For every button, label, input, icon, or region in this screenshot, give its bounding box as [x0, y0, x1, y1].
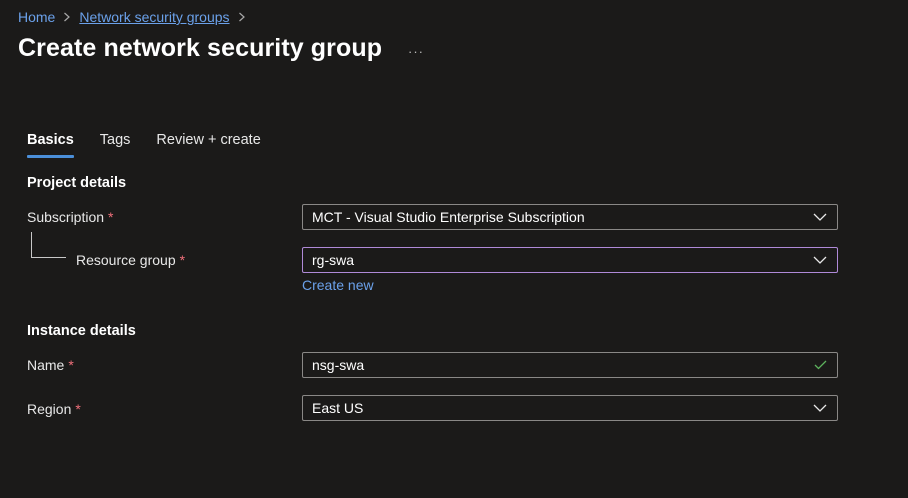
name-label-text: Name: [27, 357, 65, 373]
create-nsg-page: Home Network security groups Create netw…: [0, 0, 908, 498]
resource-group-dropdown[interactable]: rg-swa: [302, 247, 838, 273]
chevron-right-icon: [230, 12, 254, 22]
tab-review-create[interactable]: Review + create: [156, 130, 260, 158]
region-label-text: Region: [27, 401, 72, 417]
tree-connector-horizontal: [31, 257, 66, 258]
subscription-label: Subscription *: [27, 209, 114, 225]
tab-tags[interactable]: Tags: [100, 130, 131, 158]
project-details-heading: Project details: [27, 175, 127, 191]
region-label: Region *: [27, 401, 81, 417]
chevron-down-icon: [803, 396, 837, 420]
page-title: Create network security group: [18, 34, 383, 62]
region-dropdown[interactable]: East US: [302, 395, 838, 421]
chevron-right-icon: [55, 12, 79, 22]
tree-connector-vertical: [31, 232, 32, 257]
instance-details-heading: Instance details: [27, 323, 136, 339]
resource-group-value: rg-swa: [312, 252, 355, 268]
tab-bar: Basics Tags Review + create: [27, 130, 287, 160]
name-input[interactable]: nsg-swa: [302, 352, 838, 378]
breadcrumb-nsg-link[interactable]: Network security groups: [79, 9, 229, 25]
region-value: East US: [312, 400, 364, 416]
required-marker: *: [68, 357, 74, 373]
name-value: nsg-swa: [312, 357, 365, 373]
chevron-down-icon: [803, 248, 837, 272]
subscription-value: MCT - Visual Studio Enterprise Subscript…: [312, 209, 585, 225]
create-new-link[interactable]: Create new: [302, 277, 374, 293]
required-marker: *: [75, 401, 81, 417]
required-marker: *: [108, 209, 114, 225]
tab-basics[interactable]: Basics: [27, 130, 74, 158]
more-icon[interactable]: ···: [403, 42, 429, 60]
subscription-dropdown[interactable]: MCT - Visual Studio Enterprise Subscript…: [302, 204, 838, 230]
required-marker: *: [179, 252, 186, 268]
breadcrumb: Home Network security groups: [18, 8, 254, 26]
subscription-label-text: Subscription: [27, 209, 105, 225]
checkmark-icon: [803, 360, 837, 370]
chevron-down-icon: [803, 205, 837, 229]
resource-group-label: Resource group *: [76, 252, 185, 268]
name-label: Name *: [27, 357, 74, 373]
breadcrumb-home-link[interactable]: Home: [18, 9, 55, 25]
resource-group-label-text: Resource group: [76, 252, 176, 268]
